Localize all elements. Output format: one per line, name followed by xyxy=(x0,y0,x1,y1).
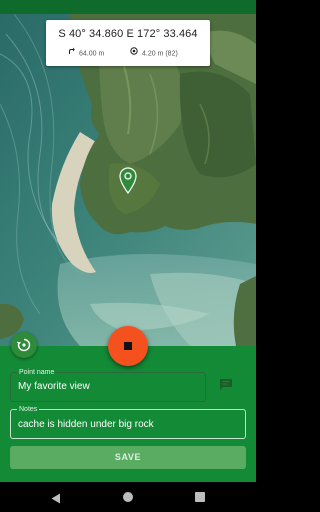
stop-recording-button[interactable] xyxy=(108,326,148,366)
notes-input[interactable]: cache is hidden under big rock xyxy=(18,419,154,430)
accuracy-value: 4.20 m (82) xyxy=(142,50,178,58)
point-name-field[interactable]: Point name My favorite view xyxy=(10,368,206,402)
back-icon[interactable] xyxy=(51,491,61,509)
home-icon[interactable] xyxy=(123,492,133,502)
accuracy-readout: 4.20 m (82) xyxy=(130,47,178,59)
notes-field[interactable]: Notes cache is hidden under big rock xyxy=(10,405,246,439)
gps-position: S 40° 34.860 E 172° 33.464 xyxy=(58,28,198,40)
altitude-readout: 64.00 m xyxy=(68,47,104,59)
save-button[interactable]: SAVE xyxy=(10,446,246,469)
navigation-bar xyxy=(0,482,256,512)
status-bar xyxy=(0,0,256,14)
undo-location-button[interactable] xyxy=(11,332,37,358)
undo-location-icon xyxy=(16,338,31,352)
stop-icon xyxy=(124,342,132,350)
gps-target-icon xyxy=(130,47,138,60)
altitude-arrow-icon xyxy=(68,47,75,60)
notes-label: Notes xyxy=(17,405,40,414)
point-name-input[interactable]: My favorite view xyxy=(18,381,90,392)
recents-icon[interactable] xyxy=(195,492,205,502)
altitude-value: 64.00 m xyxy=(79,50,105,58)
coordinates-card: S 40° 34.860 E 172° 33.464 64.00 m 4.20 … xyxy=(46,20,210,66)
comment-icon[interactable] xyxy=(219,378,233,391)
map-pin-icon[interactable] xyxy=(118,166,138,195)
point-name-label: Point name xyxy=(17,368,57,377)
